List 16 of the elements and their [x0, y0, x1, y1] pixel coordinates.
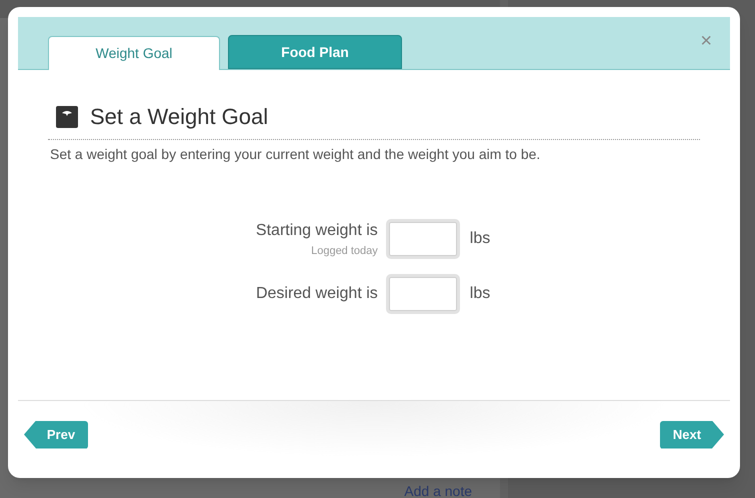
unit-label: lbs — [470, 284, 490, 304]
field-hint: Logged today — [311, 244, 378, 259]
unit-label: lbs — [470, 229, 490, 250]
weight-input[interactable] — [386, 219, 460, 260]
tab[interactable]: Food Plan — [228, 35, 402, 69]
add-note-link[interactable]: Add a note — [404, 484, 472, 498]
field-label: Starting weight is — [256, 221, 378, 241]
close-button[interactable]: × — [700, 31, 712, 51]
field-label: Desired weight is — [256, 284, 378, 304]
scale-icon — [56, 106, 78, 128]
description: Set a weight goal by entering your current weight and the weight you aim to be. — [49, 145, 542, 164]
weight-input[interactable] — [386, 274, 460, 314]
dialog-title: Set a Weight Goal — [90, 103, 268, 131]
next-button[interactable]: Next — [660, 420, 724, 448]
prev-button[interactable]: Prev — [24, 420, 88, 448]
tab[interactable]: Weight Goal — [48, 36, 220, 70]
